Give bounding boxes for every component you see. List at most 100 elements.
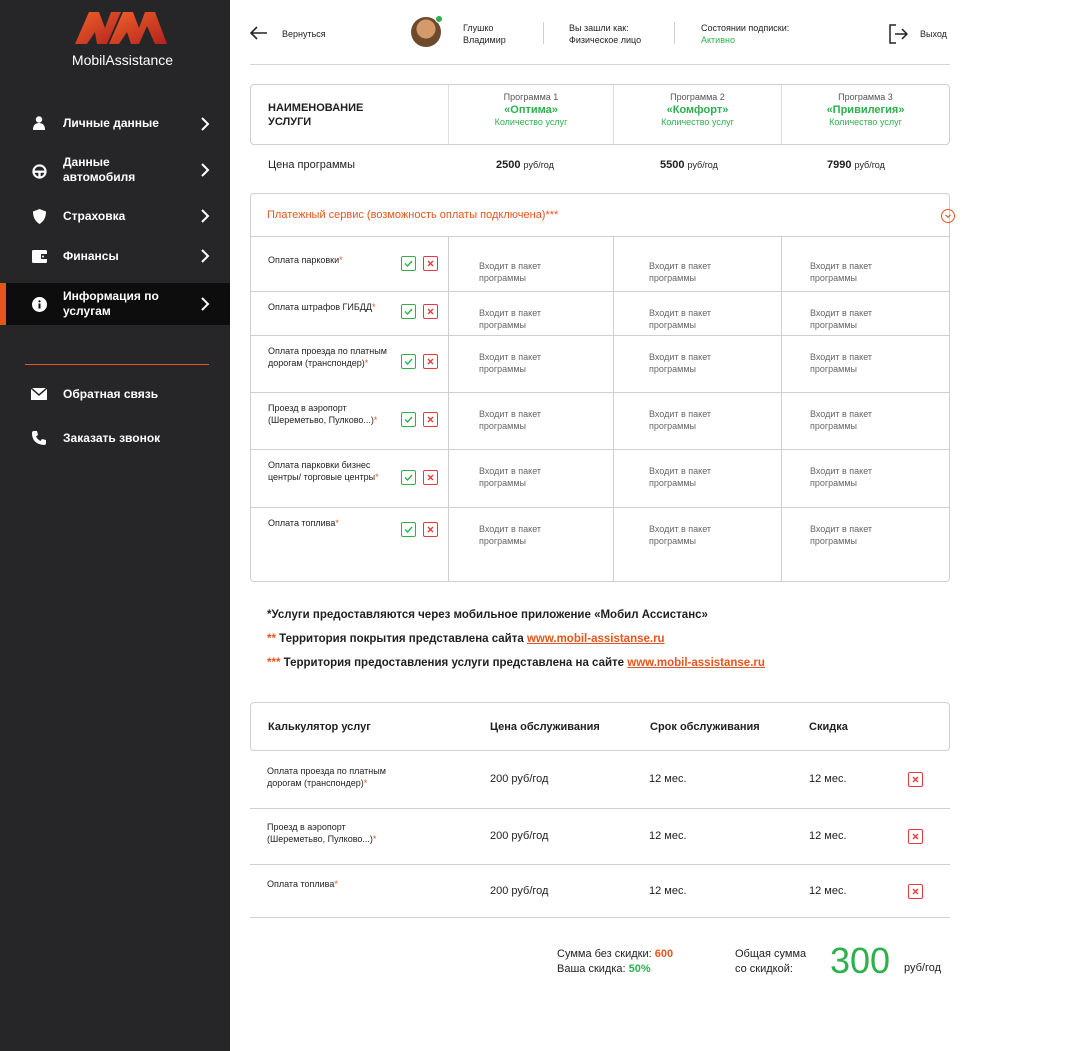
login-type: Вы зашли как: Физическое лицо [569,22,641,46]
check-icon[interactable] [401,354,416,369]
included-cell: Входит в пакет программы [810,352,873,374]
required-star: * [334,879,338,889]
service-name: Оплата проезда по платным дорогам (транс… [267,765,392,789]
row-discount: 12 мес. [809,885,847,897]
remove-row-button[interactable] [908,772,923,787]
service-name-text: Оплата топлива [268,518,336,528]
chevron-right-icon [201,163,210,177]
back-link[interactable]: Вернуться [282,29,326,39]
sidebar-item-label: Обратная связь [63,387,159,401]
included-cell: Входит в пакет программы [479,352,542,374]
footnote-text: Территория покрытия представлена сайта [275,633,527,645]
payment-service-header[interactable]: Платежный сервис (возможность оплаты под… [251,194,955,237]
subscription-value: Активно [701,35,735,45]
price-label: Цена программы [268,159,355,171]
sidebar-item-label: Информация по услугам [63,289,159,318]
sidebar-item-callback[interactable]: Заказать звонок [0,427,230,449]
sidebar-item-feedback[interactable]: Обратная связь [0,383,230,405]
service-name-text: Проезд в аэропорт (Шереметьво, Пулково..… [268,403,374,425]
footnote-3: *** Территория предоставления услуги пре… [267,657,765,669]
sidebar-item-label: Страховка [63,209,126,223]
arrow-left-icon[interactable] [250,26,268,40]
sidebar-item-services-info[interactable]: Информация по услугам [0,283,230,325]
service-row: Проезд в аэропорт (Шереметьво, Пулково..… [251,393,949,450]
top-header: Вернуться Глушко Владимир Вы зашли как: … [230,0,1080,65]
included-cell: Входит в пакет программы [479,466,542,488]
calculator-row: Оплата проезда по платным дорогам (транс… [250,751,950,809]
included-cell: Входит в пакет программы [479,261,542,283]
included-cell: Входит в пакет программы [810,466,873,488]
remove-row-button[interactable] [908,884,923,899]
required-star: * [373,415,378,425]
program-column[interactable]: Программа 1 «Оптима» Количество услуг [448,85,613,144]
calculator-header: Калькулятор услуг Цена обслуживания Срок… [250,702,950,751]
sidebar-item-insurance[interactable]: Страховка [0,200,230,232]
user-first-name: Глушко [463,23,494,33]
close-icon[interactable] [423,470,438,485]
row-price: 200 руб/год [490,830,549,842]
remove-row-button[interactable] [908,829,923,844]
header-divider [674,22,675,44]
row-discount: 12 мес. [809,773,847,785]
check-icon[interactable] [401,304,416,319]
sidebar-item-finance[interactable]: Финансы [0,240,230,272]
included-cell: Входит в пакет программы [649,308,712,330]
included-cell: Входит в пакет программы [810,308,873,330]
footnote-2: ** Территория покрытия представлена сайт… [267,633,665,645]
service-name: Оплата парковки* [268,254,393,266]
program-price: 7990 руб/год [827,159,885,171]
discount-label: Ваша скидка: [557,963,626,975]
sidebar: MobilAssistance Личные данные Данные авт… [0,0,230,1051]
programs-title: НАИМЕНОВАНИЕ УСЛУГИ [268,102,364,128]
required-star: * [375,472,379,482]
footnote-star: ** [267,633,276,645]
login-type-label: Вы зашли как: [569,23,629,33]
close-icon[interactable] [423,522,438,537]
close-icon[interactable] [423,256,438,271]
chevron-right-icon [201,297,210,311]
close-icon[interactable] [423,354,438,369]
footnote-text: Территория предоставления услуги предста… [280,657,628,669]
sidebar-item-label: Заказать звонок [63,431,161,445]
header-divider-line [250,64,950,65]
subscription-status: Состоянии подписки: Активно [701,22,789,46]
service-name-text: Оплата штрафов ГИБДД [268,302,372,312]
total-label-line: Общая сумма [735,948,807,960]
chevron-right-icon [201,117,210,131]
program-column[interactable]: Программа 2 «Комфорт» Количество услуг [613,85,781,144]
required-star: * [335,518,339,528]
close-icon [912,888,919,895]
total-label: Общая сумма со скидкой: [735,947,806,977]
brand-name: MobilAssistance [71,52,174,68]
program-name: «Комфорт» [666,104,729,116]
program-column[interactable]: Программа 3 «Привилегия» Количество услу… [781,85,949,144]
close-icon [912,776,919,783]
required-star: * [339,255,343,265]
chevron-down-icon[interactable] [941,209,955,223]
included-cell: Входит в пакет программы [649,466,712,488]
phone-icon [31,430,47,446]
required-star: * [364,358,369,368]
check-icon[interactable] [401,412,416,427]
logo[interactable]: MobilAssistance [0,12,230,72]
row-price: 200 руб/год [490,773,549,785]
check-icon[interactable] [401,256,416,271]
exit-icon[interactable] [888,24,908,44]
website-link[interactable]: www.mobil-assistanse.ru [627,657,765,669]
included-cell: Входит в пакет программы [649,261,712,283]
subscription-label: Состоянии подписки: [701,23,790,33]
close-icon[interactable] [423,412,438,427]
check-icon[interactable] [401,522,416,537]
price-value: 7990 [827,159,852,171]
close-icon[interactable] [423,304,438,319]
sidebar-item-car[interactable]: Данные автомобиля [0,148,230,192]
sidebar-item-personal[interactable]: Личные данные [0,106,230,140]
program-number: Программа 2 [670,92,725,102]
check-icon[interactable] [401,470,416,485]
program-services-count: Количество услуг [829,117,902,127]
logout-button[interactable]: Выход [920,29,947,39]
website-link[interactable]: www.mobil-assistanse.ru [527,633,665,645]
required-star: * [371,302,376,312]
required-star: * [372,834,377,844]
steering-wheel-icon [31,163,47,179]
